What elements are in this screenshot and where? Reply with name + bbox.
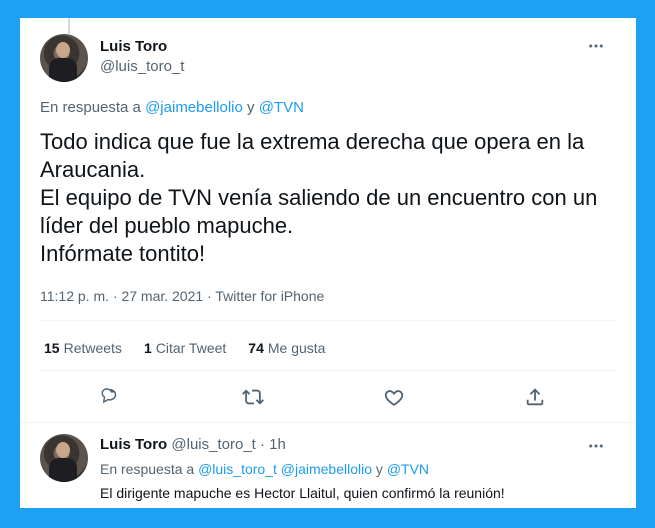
avatar[interactable]	[40, 34, 88, 82]
reply-prefix: En respuesta a	[40, 99, 141, 116]
tweet-stats: 15 Retweets 1 Citar Tweet 74 Me gusta	[44, 340, 325, 356]
reply-tweet-text: El dirigente mapuche es Hector Llaitul, …	[100, 485, 505, 501]
likes-label: Me gusta	[267, 340, 326, 356]
more-horizontal-icon	[589, 44, 603, 48]
retweet-button[interactable]	[242, 386, 266, 410]
mention-link[interactable]: @jaimebellolio	[145, 99, 243, 116]
author-name[interactable]: Luis Toro	[100, 38, 167, 55]
reply-prefix: En respuesta a	[100, 461, 195, 477]
replying-to: En respuesta a @jaimebellolio y @TVN	[40, 99, 304, 116]
tweet-text: Todo indica que fue la extrema derecha q…	[40, 129, 598, 266]
like-button[interactable]	[383, 386, 407, 410]
retweets-count: 15	[44, 340, 60, 356]
reply-author-handle[interactable]: @luis_toro_t	[171, 436, 255, 453]
divider	[20, 422, 636, 423]
heart-icon	[384, 390, 404, 406]
reply-header: Luis Toro @luis_toro_t · 1h	[100, 436, 286, 453]
mention-link[interactable]: @luis_toro_t	[198, 461, 277, 477]
more-horizontal-icon	[589, 444, 603, 448]
mention-link[interactable]: @TVN	[259, 99, 304, 116]
tweet-card: Luis Toro @luis_toro_t En respuesta a @j…	[20, 18, 636, 508]
thread-line	[68, 18, 70, 34]
reply-time[interactable]: 1h	[269, 436, 286, 453]
reply-conjunction: y	[375, 461, 383, 477]
quotes-label: Citar Tweet	[155, 340, 227, 356]
likes-count: 74	[248, 340, 264, 356]
reply-button[interactable]	[100, 386, 124, 410]
tweet-timestamp[interactable]: 11:12 p. m. · 27 mar. 2021 · Twitter for…	[40, 288, 324, 304]
quotes-stat[interactable]: 1 Citar Tweet	[144, 340, 226, 356]
divider	[40, 320, 616, 321]
more-options-button[interactable]	[586, 36, 606, 56]
share-icon	[526, 388, 544, 406]
separator-dot: ·	[260, 436, 265, 453]
share-button[interactable]	[524, 386, 548, 410]
retweet-icon	[242, 389, 264, 405]
author-handle[interactable]: @luis_toro_t	[100, 58, 184, 75]
reply-more-options-button[interactable]	[586, 436, 606, 456]
mention-link[interactable]: @TVN	[387, 461, 429, 477]
tweet-actions	[20, 386, 636, 410]
reply-replying-to: En respuesta a @luis_toro_t @jaimebellol…	[100, 461, 429, 477]
reply-author-name[interactable]: Luis Toro	[100, 436, 167, 453]
reply-conjunction: y	[247, 99, 255, 116]
mention-link[interactable]: @jaimebellolio	[281, 461, 372, 477]
divider	[40, 370, 616, 371]
reply-avatar[interactable]	[40, 434, 88, 482]
likes-stat[interactable]: 74 Me gusta	[248, 340, 325, 356]
retweets-label: Retweets	[63, 340, 122, 356]
reply-icon	[101, 388, 117, 404]
quotes-count: 1	[143, 340, 152, 356]
retweets-stat[interactable]: 15 Retweets	[44, 340, 122, 356]
